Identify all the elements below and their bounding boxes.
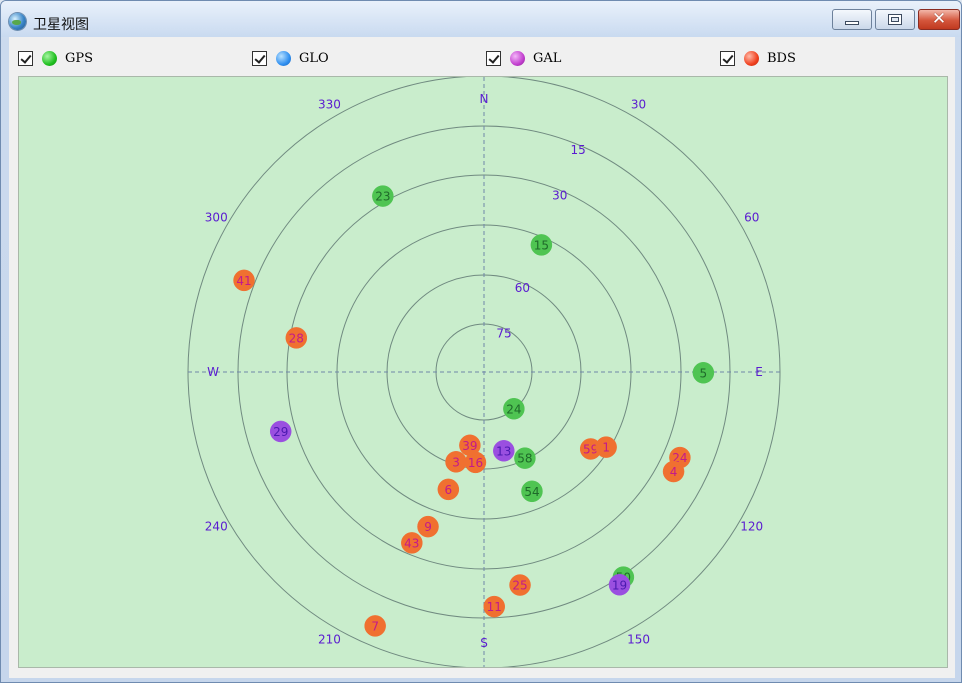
satellite-prn-label: 54 — [524, 485, 539, 499]
satellite-prn-label: 6 — [445, 483, 453, 497]
minimize-icon — [845, 20, 859, 25]
azimuth-label-210: 210 — [318, 633, 341, 647]
azimuth-label-240: 240 — [205, 520, 228, 534]
azimuth-label-120: 120 — [740, 520, 763, 534]
window-title: 卫星视图 — [33, 17, 89, 33]
satellite-prn-label: 5 — [700, 366, 708, 380]
satellite-prn-label: 7 — [371, 619, 379, 633]
satellite-prn-label: 23 — [375, 190, 390, 204]
elevation-label-30: 30 — [552, 188, 567, 202]
compass-label-n: N — [480, 92, 489, 106]
azimuth-label-150: 150 — [627, 633, 650, 647]
elevation-label-75: 75 — [496, 326, 511, 340]
globe-icon — [9, 13, 26, 30]
sky-plot[interactable]: NESW153045607530601201502102403003302315… — [18, 76, 948, 668]
satellite-prn-label: 1 — [602, 441, 610, 455]
close-icon: ✕ — [931, 9, 947, 29]
maximize-button[interactable] — [875, 9, 915, 30]
legend-glo[interactable]: GLO — [252, 49, 329, 67]
satellite-view-window: 卫星视图 ✕ GPS GLO GAL BDS N E S W 15 30 60 … — [0, 0, 962, 683]
bds-dot-icon — [744, 50, 759, 66]
minimize-button[interactable] — [832, 9, 872, 30]
satellite-prn-label: 28 — [289, 331, 304, 345]
satellite-prn-label: 19 — [612, 578, 627, 592]
satellite-prn-label: 58 — [517, 452, 532, 466]
gps-checkbox[interactable] — [18, 50, 33, 66]
satellite-prn-label: 29 — [273, 425, 288, 439]
glo-checkbox[interactable] — [252, 50, 267, 66]
title-bar[interactable]: 卫星视图 ✕ — [1, 1, 961, 37]
satellite-prn-label: 39 — [462, 439, 477, 453]
satellite-prn-label: 16 — [468, 456, 483, 470]
elevation-label-60: 60 — [515, 281, 530, 295]
satellite-prn-label: 25 — [512, 579, 527, 593]
glo-dot-icon — [276, 50, 291, 66]
satellite-prn-label: 43 — [404, 536, 419, 550]
azimuth-label-30: 30 — [631, 97, 646, 111]
glo-label: GLO — [299, 50, 329, 66]
compass-label-e: E — [755, 365, 763, 379]
bds-label: BDS — [767, 50, 796, 66]
satellite-prn-label: 24 — [506, 402, 521, 416]
gps-label: GPS — [65, 50, 94, 66]
azimuth-label-330: 330 — [318, 97, 341, 111]
legend-bds[interactable]: BDS — [720, 49, 796, 67]
satellite-prn-label: 15 — [534, 238, 549, 252]
gal-label: GAL — [533, 50, 562, 66]
azimuth-label-60: 60 — [744, 210, 759, 224]
compass-label-w: W — [207, 365, 219, 379]
compass-label-s: S — [480, 636, 488, 650]
satellite-prn-label: 4 — [670, 465, 678, 479]
satellite-prn-label: 9 — [424, 520, 432, 534]
client-area: GPS GLO GAL BDS NESW15304560753060120150… — [9, 37, 955, 678]
maximize-icon — [888, 14, 902, 25]
legend-gal[interactable]: GAL — [486, 49, 561, 67]
legend-gps[interactable]: GPS — [18, 49, 93, 67]
elevation-label-15: 15 — [571, 143, 586, 157]
gal-checkbox[interactable] — [486, 50, 501, 66]
gps-dot-icon — [42, 50, 57, 66]
close-button[interactable]: ✕ — [918, 9, 960, 30]
azimuth-label-300: 300 — [205, 210, 228, 224]
satellite-prn-label: 13 — [496, 444, 511, 458]
satellite-prn-label: 3 — [452, 455, 460, 469]
sky-plot-svg: NESW153045607530601201502102403003302315… — [187, 77, 781, 667]
satellite-prn-label: 41 — [236, 274, 251, 288]
gal-dot-icon — [510, 50, 525, 66]
bds-checkbox[interactable] — [720, 50, 735, 66]
satellite-prn-label: 11 — [487, 600, 502, 614]
